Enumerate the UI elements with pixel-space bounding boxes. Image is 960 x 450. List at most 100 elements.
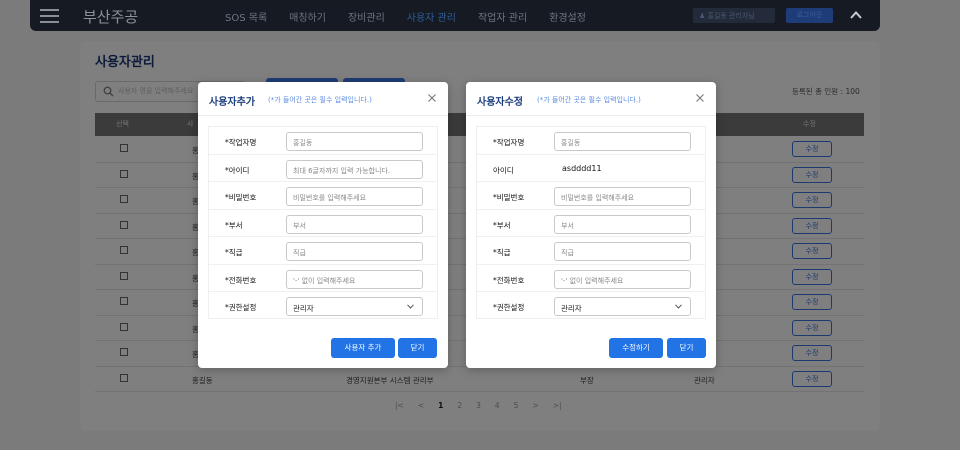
permission-select-value: 관리자 <box>561 304 582 313</box>
edit-button[interactable]: 수정 <box>792 141 832 157</box>
password-input[interactable]: 비밀번호를 입력해주세요 <box>286 187 423 206</box>
edit-button[interactable]: 수정 <box>792 294 832 310</box>
nav-user-management[interactable]: 사용자 관리 <box>407 9 456 24</box>
phone-input[interactable]: '-' 없이 입력해주세요 <box>554 269 691 289</box>
department-input[interactable]: 부서 <box>554 214 691 234</box>
form-row: *작업자명 홍길동 <box>209 127 437 155</box>
page-number[interactable]: 4 <box>495 401 500 410</box>
field-label: *부서 <box>493 220 511 230</box>
form-row: 아이디 asdddd11 <box>477 155 705 182</box>
form-row: *전화번호 '-' 없이 입력해주세요 <box>209 265 437 292</box>
modal-title: 사용자추가 <box>209 97 255 108</box>
row-checkbox[interactable] <box>120 297 128 305</box>
column-header-select: 선택 <box>116 120 129 128</box>
field-label: *작업자명 <box>493 138 525 147</box>
page-prev[interactable]: < <box>418 401 424 410</box>
row-checkbox[interactable] <box>120 195 128 203</box>
field-label: *작업자명 <box>225 138 257 147</box>
form-row: *권한설정 관리자 <box>477 292 705 320</box>
page-number[interactable]: 2 <box>457 401 462 410</box>
row-checkbox[interactable] <box>120 169 128 178</box>
user-chip: ♟ 홍길동 관리자님 <box>693 8 775 23</box>
cell-department: 경영지원본부 시스템 관리부 <box>346 375 434 385</box>
search-placeholder: 사용자 명을 입력해주세요 <box>118 87 194 95</box>
column-header-edit: 수정 <box>803 120 816 128</box>
logout-button[interactable]: 로그아웃 <box>786 8 833 23</box>
edit-button[interactable]: 수정 <box>792 192 832 208</box>
row-checkbox[interactable] <box>120 271 128 280</box>
user-id-value: asdddd11 <box>562 163 602 173</box>
modal-header: 사용자추가 (*가 들어간 곳은 필수 입력입니다.) <box>198 82 448 116</box>
edit-button[interactable]: 수정 <box>792 345 832 361</box>
save-edit-button[interactable]: 수정하기 <box>609 338 663 358</box>
edit-button[interactable]: 수정 <box>792 166 832 183</box>
page-last[interactable]: >| <box>553 401 562 410</box>
row-checkbox[interactable] <box>120 373 128 382</box>
row-checkbox[interactable] <box>120 322 128 331</box>
rank-input[interactable]: 직급 <box>286 242 423 261</box>
field-label: *아이디 <box>225 165 250 175</box>
top-nav-bar: 부산주공 SOS 목록 매칭하기 장비관리 사용자 관리 작업자 관리 환경설정… <box>30 0 880 31</box>
close-button[interactable]: 닫기 <box>667 338 706 358</box>
brand-title: 부산주공 <box>83 8 139 26</box>
user-id-input[interactable]: 최대 6글자까지 입력 가능합니다. <box>286 159 423 179</box>
rank-input[interactable]: 직급 <box>554 242 691 261</box>
worker-name-input[interactable]: 홍길동 <box>286 132 423 151</box>
cell-name: 홍길동 <box>192 375 213 385</box>
nav-matching[interactable]: 매칭하기 <box>289 9 326 24</box>
edit-button[interactable]: 수정 <box>792 217 832 234</box>
field-label: *전화번호 <box>225 275 257 285</box>
permission-select[interactable]: 관리자 <box>554 297 691 316</box>
page-next[interactable]: > <box>532 401 538 410</box>
close-icon[interactable] <box>427 93 437 103</box>
row-checkbox[interactable] <box>120 348 128 356</box>
user-chip-label: 홍길동 관리자님 <box>707 12 755 20</box>
edit-button[interactable]: 수정 <box>792 319 832 336</box>
pagination: |< < 1 2 3 4 5 > >| <box>395 401 576 410</box>
permission-select-value: 관리자 <box>293 304 314 313</box>
close-icon[interactable] <box>695 93 705 103</box>
edit-button[interactable]: 수정 <box>792 268 832 285</box>
add-user-form: *작업자명 홍길동 *아이디 최대 6글자까지 입력 가능합니다. *비밀번호 … <box>208 126 438 319</box>
form-row: *비밀번호 비밀번호를 입력해주세요 <box>209 182 437 210</box>
form-row: *권한설정 관리자 <box>209 292 437 320</box>
nav-worker-management[interactable]: 작업자 관리 <box>478 9 527 24</box>
page-first[interactable]: |< <box>395 401 404 410</box>
menu-icon[interactable] <box>40 9 59 23</box>
department-input[interactable]: 부서 <box>286 214 423 234</box>
nav-sos-list[interactable]: SOS 목록 <box>225 9 267 24</box>
edit-button[interactable]: 수정 <box>792 370 832 387</box>
page-title: 사용자관리 <box>95 55 155 70</box>
worker-name-input[interactable]: 홍길동 <box>554 132 691 151</box>
row-checkbox[interactable] <box>120 246 128 254</box>
add-user-button[interactable]: 사용자 추가 <box>331 338 395 358</box>
password-input[interactable]: 비밀번호를 입력해주세요 <box>554 187 691 206</box>
form-row: *부서 부서 <box>477 210 705 237</box>
page-number[interactable]: 5 <box>514 401 519 410</box>
search-icon <box>103 86 114 97</box>
nav-equipment[interactable]: 장비관리 <box>348 9 385 24</box>
phone-input[interactable]: '-' 없이 입력해주세요 <box>286 269 423 289</box>
edit-user-form: *작업자명 홍길동 아이디 asdddd11 *비밀번호 비밀번호를 입력해주세… <box>476 126 706 319</box>
page-number[interactable]: 3 <box>476 401 481 410</box>
chevron-up-icon[interactable] <box>849 8 863 22</box>
permission-select[interactable]: 관리자 <box>286 297 423 316</box>
page-number[interactable]: 1 <box>438 401 443 410</box>
form-row: *작업자명 홍길동 <box>477 127 705 155</box>
modal-header: 사용자수정 (*가 들어간 곳은 필수 입력입니다.) <box>466 82 716 116</box>
add-user-modal: 사용자추가 (*가 들어간 곳은 필수 입력입니다.) *작업자명 홍길동 *아… <box>198 82 448 368</box>
user-icon: ♟ <box>699 12 706 20</box>
close-button[interactable]: 닫기 <box>398 338 437 358</box>
modal-title: 사용자수정 <box>477 97 523 108</box>
cell-rank: 부장 <box>580 375 594 385</box>
nav-settings[interactable]: 환경설정 <box>549 9 586 24</box>
form-row: *직급 직급 <box>209 237 437 265</box>
row-checkbox[interactable] <box>120 220 128 229</box>
edit-button[interactable]: 수정 <box>792 243 832 259</box>
field-label: *권한설정 <box>493 303 525 312</box>
row-checkbox[interactable] <box>120 144 128 152</box>
field-label: *비밀번호 <box>493 193 525 202</box>
field-label: *직급 <box>225 248 243 257</box>
form-row: *부서 부서 <box>209 210 437 237</box>
field-label: *권한설정 <box>225 303 257 312</box>
